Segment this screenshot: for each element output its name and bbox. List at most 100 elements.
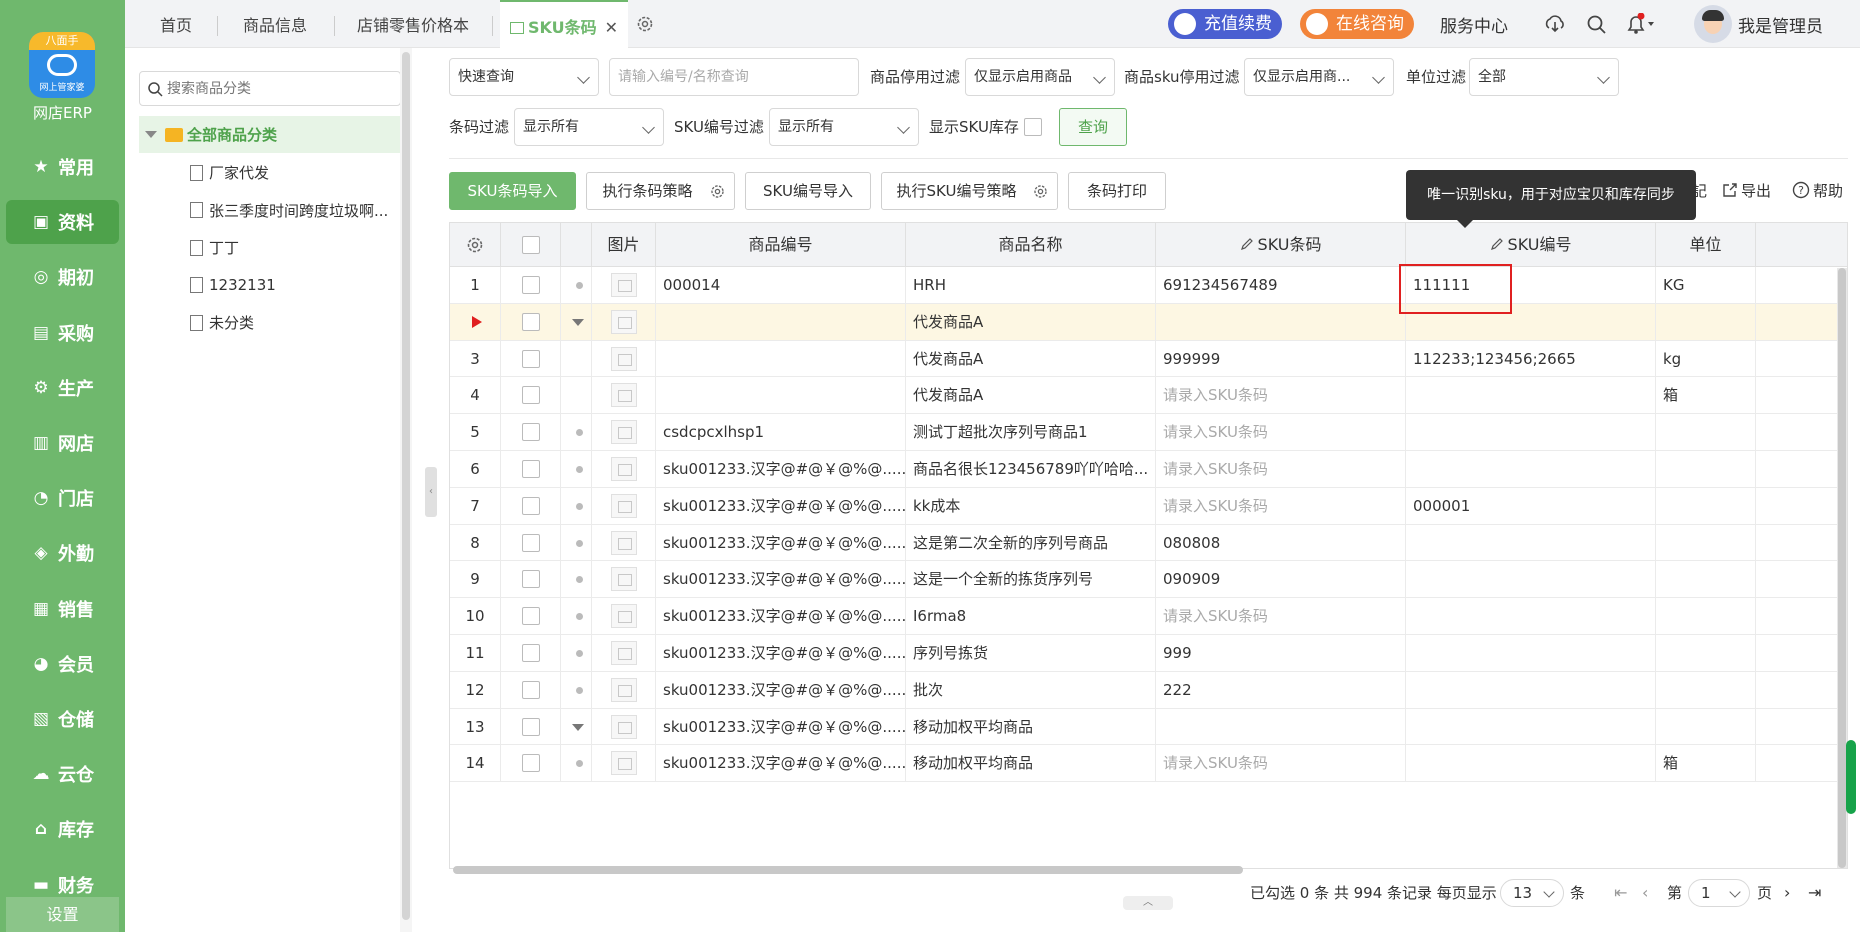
sku-no-cell[interactable] xyxy=(1406,377,1656,415)
image-placeholder-icon[interactable] xyxy=(611,567,637,592)
cloud-download-icon[interactable] xyxy=(1544,13,1566,35)
first-page-icon[interactable]: ⇤ xyxy=(1614,880,1627,906)
unit-filter-select[interactable]: 全部 xyxy=(1469,58,1619,96)
table-row[interactable]: 3 代发商品A 999999 112233;123456;2665 kg xyxy=(450,340,1847,378)
barcode-print-button[interactable]: 条码打印 xyxy=(1068,172,1166,210)
row-checkbox[interactable] xyxy=(522,312,540,331)
nav-item-2[interactable]: ◎ 期初 xyxy=(6,255,119,299)
sku-no-cell[interactable]: 112233;123456;2665 xyxy=(1406,340,1656,378)
image-placeholder-icon[interactable] xyxy=(611,383,637,408)
tab-home[interactable]: 首页 xyxy=(160,0,192,48)
table-row[interactable]: 12 sku001233.汉字@#@￥@%@...... 批次 222 xyxy=(450,671,1847,709)
sku-stop-filter-select[interactable]: 仅显示启用商... xyxy=(1244,58,1394,96)
sku-barcode-cell[interactable]: 请录入SKU条码 xyxy=(1156,414,1406,451)
image-placeholder-icon[interactable] xyxy=(611,346,637,371)
row-checkbox[interactable] xyxy=(522,276,540,294)
sku-no-cell[interactable] xyxy=(1406,708,1656,746)
sku-barcode-cell[interactable]: 请录入SKU条码 xyxy=(1156,745,1406,783)
sku-barcode-cell[interactable]: 691234567489 xyxy=(1156,267,1406,304)
tab-sku-barcode[interactable]: SKU条码 ✕ xyxy=(500,0,629,48)
sku-no-cell[interactable] xyxy=(1406,671,1656,709)
tab-product-info[interactable]: 商品信息 xyxy=(243,0,307,48)
nav-item-7[interactable]: ◈ 外勤 xyxy=(6,531,119,575)
collapse-caret-icon[interactable] xyxy=(145,131,157,138)
sku-barcode-cell[interactable]: 请录入SKU条码 xyxy=(1156,377,1406,415)
nav-item-4[interactable]: ⚙ 生产 xyxy=(6,366,119,410)
header-unit[interactable]: 单位 xyxy=(1656,223,1756,267)
image-placeholder-icon[interactable] xyxy=(611,457,637,481)
table-row[interactable]: 11 sku001233.汉字@#@￥@%@...... 序列号拣货 999 xyxy=(450,635,1847,672)
stop-filter-select[interactable]: 仅显示启用商品 xyxy=(965,58,1115,96)
sku-no-cell[interactable] xyxy=(1406,561,1656,599)
category-item[interactable]: 1232131 xyxy=(190,267,276,304)
image-placeholder-icon[interactable] xyxy=(611,530,637,555)
help-link[interactable]: ? 帮助 xyxy=(1792,180,1843,201)
sku-barcode-cell[interactable]: 请录入SKU条码 xyxy=(1156,598,1406,635)
image-placeholder-icon[interactable] xyxy=(611,273,637,297)
table-row[interactable]: 7 sku001233.汉字@#@￥@%@...... kk成本 请录入SKU条码 00… xyxy=(450,487,1847,525)
show-stock-checkbox[interactable] xyxy=(1024,118,1042,136)
scrollbar-thumb[interactable] xyxy=(1838,268,1846,868)
gear-icon[interactable] xyxy=(709,183,726,200)
side-float-tab[interactable] xyxy=(1846,740,1856,814)
sku-barcode-cell[interactable]: 999 xyxy=(1156,635,1406,672)
exec-barcode-policy-button[interactable]: 执行条码策略 xyxy=(586,172,735,210)
table-row[interactable]: 代发商品A xyxy=(450,303,1847,341)
nav-item-6[interactable]: ◔ 门店 xyxy=(6,476,119,520)
nav-item-5[interactable]: ▥ 网店 xyxy=(6,421,119,465)
select-all-checkbox[interactable] xyxy=(522,236,540,254)
gear-icon[interactable] xyxy=(465,235,485,255)
header-sku-no[interactable]: SKU编号 xyxy=(1406,223,1656,267)
category-root[interactable]: 全部商品分类 xyxy=(139,116,401,153)
category-scrollbar[interactable] xyxy=(400,48,412,932)
page-size-select[interactable]: 13 xyxy=(1500,879,1564,907)
table-row[interactable]: 9 sku001233.汉字@#@￥@%@...... 这是一个全新的拣货序列号 09… xyxy=(450,561,1847,599)
row-checkbox[interactable] xyxy=(522,717,540,736)
row-checkbox[interactable] xyxy=(522,754,540,773)
table-row[interactable]: 4 代发商品A 请录入SKU条码 箱 xyxy=(450,377,1847,415)
image-placeholder-icon[interactable] xyxy=(611,420,637,445)
sku-barcode-import-button[interactable]: SKU条码导入 xyxy=(449,172,576,210)
sku-barcode-cell[interactable]: 080808 xyxy=(1156,524,1406,562)
image-placeholder-icon[interactable] xyxy=(611,714,637,739)
current-page-select[interactable]: 1 xyxy=(1688,879,1750,907)
column-settings-cell[interactable] xyxy=(450,223,501,267)
avatar[interactable] xyxy=(1694,5,1732,43)
row-checkbox[interactable] xyxy=(522,644,540,662)
header-product-code[interactable]: 商品编号 xyxy=(656,223,906,267)
expand-caret-icon[interactable] xyxy=(572,318,584,326)
panel-collapse-handle[interactable]: ‹ xyxy=(425,467,437,517)
nav-item-9[interactable]: ◕ 会员 xyxy=(6,642,119,686)
nav-item-3[interactable]: ▤ 采购 xyxy=(6,311,119,355)
sku-barcode-cell[interactable]: 090909 xyxy=(1156,561,1406,599)
image-placeholder-icon[interactable] xyxy=(611,604,637,629)
app-logo[interactable]: 八面手 网上管家婆 xyxy=(29,32,95,98)
category-search-box[interactable] xyxy=(139,71,401,106)
nav-item-0[interactable]: ★ 常用 xyxy=(6,145,119,189)
header-image[interactable]: 图片 xyxy=(592,223,656,267)
nav-item-10[interactable]: ▧ 仓储 xyxy=(6,697,119,741)
sku-barcode-cell[interactable]: 999999 xyxy=(1156,340,1406,378)
image-placeholder-icon[interactable] xyxy=(611,751,637,776)
category-item[interactable]: 厂家代发 xyxy=(190,154,269,191)
row-checkbox[interactable] xyxy=(522,349,540,368)
search-icon[interactable] xyxy=(1585,13,1607,35)
table-row[interactable]: 6 sku001233.汉字@#@￥@%@...... 商品名很长123456789… xyxy=(450,451,1847,488)
sku-no-cell[interactable] xyxy=(1406,745,1656,783)
image-placeholder-icon[interactable] xyxy=(611,309,637,334)
table-row[interactable]: 1 000014 HRH 691234567489 111111 KG xyxy=(450,267,1847,304)
category-search-input[interactable] xyxy=(167,78,387,100)
recharge-button[interactable]: 充值续费 xyxy=(1168,9,1282,39)
query-button[interactable]: 查询 xyxy=(1059,108,1127,146)
online-consult-button[interactable]: 在线咨询 xyxy=(1300,9,1414,39)
row-checkbox[interactable] xyxy=(522,460,540,478)
sku-no-cell[interactable] xyxy=(1406,598,1656,635)
nav-item-12[interactable]: ⌂ 库存 xyxy=(6,807,119,851)
scrollbar-thumb[interactable] xyxy=(402,52,410,920)
service-center-link[interactable]: 服务中心 xyxy=(1440,12,1508,37)
category-item[interactable]: 张三季度时间跨度垃圾啊... xyxy=(190,192,388,229)
next-page-icon[interactable]: › xyxy=(1784,880,1790,906)
image-placeholder-icon[interactable] xyxy=(611,493,637,518)
category-item[interactable]: 丁丁 xyxy=(190,229,239,266)
category-item[interactable]: 未分类 xyxy=(190,304,254,341)
